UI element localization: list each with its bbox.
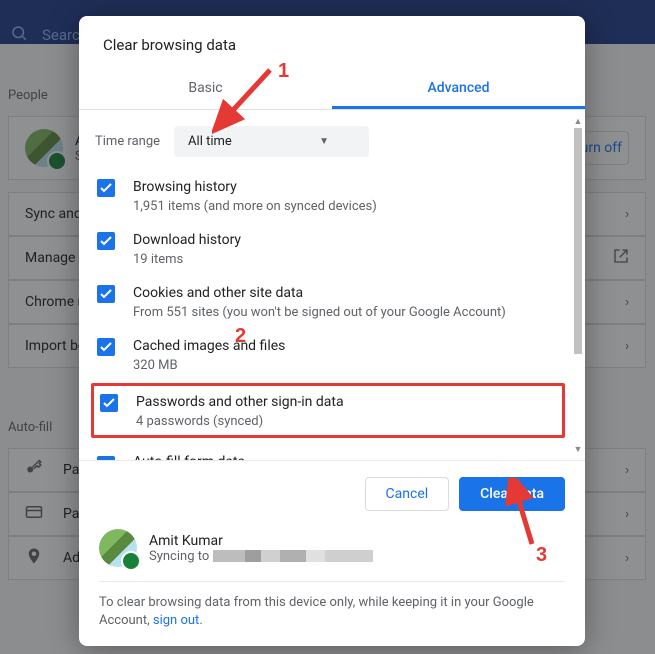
time-range-label: Time range <box>95 134 160 149</box>
scrollbar-thumb[interactable] <box>574 128 582 354</box>
footer-note: To clear browsing data from this device … <box>99 594 565 630</box>
item-title: Download history <box>133 230 559 250</box>
time-range-value: All time <box>188 134 232 149</box>
item-title: Cached images and files <box>133 336 559 356</box>
item-sub: From 551 sites (you won't be signed out … <box>133 305 559 320</box>
sync-label: Syncing to <box>149 549 209 564</box>
sync-profile-row: Amit Kumar Syncing to <box>99 529 565 582</box>
tab-basic[interactable]: Basic <box>79 68 332 109</box>
item-passwords: Passwords and other sign-in data 4 passw… <box>100 392 556 429</box>
clear-data-button[interactable]: Clear data <box>459 477 565 511</box>
item-cached: Cached images and files 320 MB <box>91 328 565 381</box>
chevron-down-icon: ▼ <box>319 136 329 147</box>
profile-name: Amit Kumar <box>149 533 373 549</box>
item-autofill: Auto-fill form data <box>91 444 565 460</box>
dialog-title: Clear browsing data <box>79 16 585 68</box>
item-title: Passwords and other sign-in data <box>136 392 556 412</box>
checkbox-cookies[interactable] <box>97 285 115 303</box>
scrollbar[interactable]: ▲ ▼ <box>571 114 585 456</box>
checkbox-download-history[interactable] <box>97 232 115 250</box>
sync-email-redacted <box>213 550 373 562</box>
checkbox-cached[interactable] <box>97 338 115 356</box>
item-title: Auto-fill form data <box>133 452 559 460</box>
checkbox-autofill[interactable] <box>97 456 115 460</box>
item-cookies: Cookies and other site data From 551 sit… <box>91 275 565 328</box>
note-post: . <box>199 613 202 628</box>
highlight-passwords: Passwords and other sign-in data 4 passw… <box>91 383 565 438</box>
cancel-button[interactable]: Cancel <box>365 477 450 511</box>
clear-browsing-data-dialog: Clear browsing data Basic Advanced Time … <box>79 16 585 646</box>
item-sub: 19 items <box>133 252 559 267</box>
avatar <box>99 529 137 567</box>
item-browsing-history: Browsing history 1,951 items (and more o… <box>91 169 565 222</box>
scroll-up-icon[interactable]: ▲ <box>571 114 585 128</box>
tab-advanced[interactable]: Advanced <box>332 68 585 109</box>
item-sub: 4 passwords (synced) <box>136 414 556 429</box>
time-range-dropdown[interactable]: All time ▼ <box>174 126 369 157</box>
scroll-down-icon[interactable]: ▼ <box>571 442 585 456</box>
checkbox-browsing-history[interactable] <box>97 179 115 197</box>
dialog-content: Time range All time ▼ Browsing history 1… <box>79 110 571 460</box>
sign-out-link[interactable]: sign out <box>153 613 199 628</box>
item-download-history: Download history 19 items <box>91 222 565 275</box>
item-sub: 320 MB <box>133 358 559 373</box>
checkbox-passwords[interactable] <box>100 394 118 412</box>
item-title: Browsing history <box>133 177 559 197</box>
item-title: Cookies and other site data <box>133 283 559 303</box>
item-sub: 1,951 items (and more on synced devices) <box>133 199 559 214</box>
